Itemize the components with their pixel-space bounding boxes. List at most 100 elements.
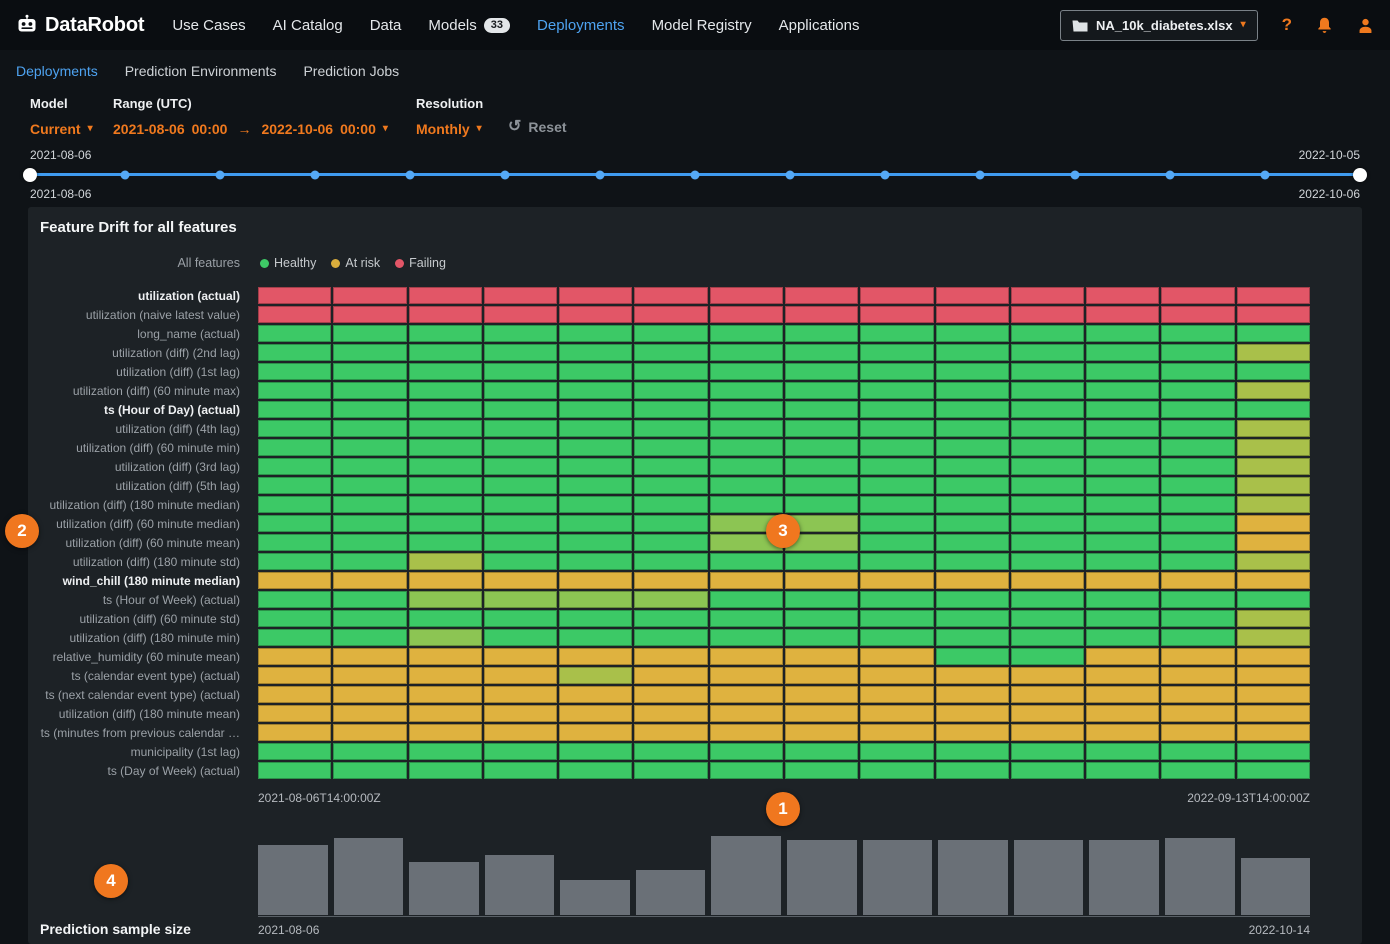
- heatmap-cell[interactable]: [333, 344, 406, 361]
- heatmap-cell[interactable]: [860, 363, 933, 380]
- heatmap-cell[interactable]: [409, 743, 482, 760]
- heatmap-cell[interactable]: [936, 705, 1009, 722]
- heatmap-cell[interactable]: [1237, 344, 1310, 361]
- heatmap-cell[interactable]: [1237, 553, 1310, 570]
- heatmap-cell[interactable]: [333, 610, 406, 627]
- heatmap-cell[interactable]: [1011, 762, 1084, 779]
- heatmap-cell[interactable]: [1086, 724, 1159, 741]
- heatmap-cell[interactable]: [634, 724, 707, 741]
- heatmap-cell[interactable]: [484, 534, 557, 551]
- heatmap-cell[interactable]: [409, 648, 482, 665]
- heatmap-cell[interactable]: [860, 515, 933, 532]
- heatmap-cell[interactable]: [333, 591, 406, 608]
- heatmap-cell[interactable]: [710, 591, 783, 608]
- nav-item-deployments[interactable]: Deployments: [537, 17, 625, 34]
- heatmap-cell[interactable]: [1237, 325, 1310, 342]
- heatmap-cell[interactable]: [559, 743, 632, 760]
- heatmap-cell[interactable]: [559, 667, 632, 684]
- heatmap-cell[interactable]: [1161, 325, 1234, 342]
- heatmap-cell[interactable]: [860, 534, 933, 551]
- heatmap-cell[interactable]: [710, 420, 783, 437]
- heatmap-cell[interactable]: [936, 439, 1009, 456]
- heatmap-cell[interactable]: [1161, 363, 1234, 380]
- heatmap-cell[interactable]: [409, 439, 482, 456]
- heatmap-cell[interactable]: [1161, 667, 1234, 684]
- heatmap-cell[interactable]: [1161, 724, 1234, 741]
- heatmap-cell[interactable]: [1161, 477, 1234, 494]
- heatmap-cell[interactable]: [1011, 344, 1084, 361]
- heatmap-cell[interactable]: [1086, 705, 1159, 722]
- datarobot-logo[interactable]: DataRobot: [16, 14, 144, 37]
- heatmap-cell[interactable]: [1237, 401, 1310, 418]
- heatmap-cell[interactable]: [1237, 629, 1310, 646]
- heatmap-cell[interactable]: [1161, 686, 1234, 703]
- heatmap-cell[interactable]: [785, 477, 858, 494]
- heatmap-cell[interactable]: [258, 420, 331, 437]
- heatmap-cell[interactable]: [1237, 534, 1310, 551]
- heatmap-cell[interactable]: [1086, 667, 1159, 684]
- heatmap-cell[interactable]: [634, 534, 707, 551]
- heatmap-cell[interactable]: [634, 325, 707, 342]
- heatmap-cell[interactable]: [785, 287, 858, 304]
- heatmap-cell[interactable]: [710, 439, 783, 456]
- heatmap-cell[interactable]: [936, 667, 1009, 684]
- annotation-badge-2[interactable]: 2: [5, 514, 39, 548]
- heatmap-cell[interactable]: [1011, 610, 1084, 627]
- heatmap-cell[interactable]: [1161, 762, 1234, 779]
- heatmap-cell[interactable]: [785, 762, 858, 779]
- heatmap-cell[interactable]: [333, 686, 406, 703]
- heatmap-cell[interactable]: [634, 515, 707, 532]
- heatmap-cell[interactable]: [559, 610, 632, 627]
- heatmap-cell[interactable]: [1237, 382, 1310, 399]
- heatmap-cell[interactable]: [484, 705, 557, 722]
- heatmap-cell[interactable]: [1011, 534, 1084, 551]
- heatmap-cell[interactable]: [710, 572, 783, 589]
- heatmap-cell[interactable]: [634, 743, 707, 760]
- heatmap-cell[interactable]: [710, 477, 783, 494]
- heatmap-cell[interactable]: [634, 667, 707, 684]
- heatmap-cell[interactable]: [785, 306, 858, 323]
- heatmap-cell[interactable]: [1237, 306, 1310, 323]
- heatmap-cell[interactable]: [936, 724, 1009, 741]
- heatmap-cell[interactable]: [634, 610, 707, 627]
- heatmap-cell[interactable]: [936, 287, 1009, 304]
- heatmap-cell[interactable]: [785, 496, 858, 513]
- heatmap-cell[interactable]: [484, 648, 557, 665]
- sample-size-bar[interactable]: [1165, 838, 1235, 915]
- heatmap-cell[interactable]: [1161, 344, 1234, 361]
- heatmap-cell[interactable]: [409, 382, 482, 399]
- heatmap-cell[interactable]: [559, 344, 632, 361]
- heatmap-cell[interactable]: [936, 363, 1009, 380]
- heatmap-cell[interactable]: [409, 477, 482, 494]
- sample-size-bar[interactable]: [409, 862, 479, 915]
- heatmap-cell[interactable]: [710, 306, 783, 323]
- heatmap-cell[interactable]: [634, 287, 707, 304]
- heatmap-cell[interactable]: [409, 363, 482, 380]
- heatmap-cell[interactable]: [936, 477, 1009, 494]
- heatmap-cell[interactable]: [333, 325, 406, 342]
- heatmap-cell[interactable]: [710, 382, 783, 399]
- heatmap-cell[interactable]: [1011, 363, 1084, 380]
- tab-deployments[interactable]: Deployments: [16, 63, 98, 79]
- heatmap-cell[interactable]: [258, 705, 331, 722]
- heatmap-cell[interactable]: [333, 705, 406, 722]
- sample-size-bar[interactable]: [787, 840, 857, 915]
- heatmap-cell[interactable]: [559, 705, 632, 722]
- heatmap-cell[interactable]: [258, 553, 331, 570]
- heatmap-cell[interactable]: [333, 287, 406, 304]
- heatmap-cell[interactable]: [333, 667, 406, 684]
- sample-size-bar[interactable]: [334, 838, 404, 915]
- heatmap-cell[interactable]: [409, 458, 482, 475]
- heatmap-cell[interactable]: [484, 287, 557, 304]
- heatmap-cell[interactable]: [559, 458, 632, 475]
- heatmap-cell[interactable]: [710, 667, 783, 684]
- annotation-badge-1[interactable]: 1: [766, 792, 800, 826]
- heatmap-cell[interactable]: [409, 686, 482, 703]
- heatmap-cell[interactable]: [559, 401, 632, 418]
- heatmap-cell[interactable]: [1011, 325, 1084, 342]
- heatmap-cell[interactable]: [634, 705, 707, 722]
- heatmap-cell[interactable]: [710, 629, 783, 646]
- heatmap-cell[interactable]: [860, 610, 933, 627]
- heatmap-cell[interactable]: [1011, 420, 1084, 437]
- heatmap-cell[interactable]: [936, 515, 1009, 532]
